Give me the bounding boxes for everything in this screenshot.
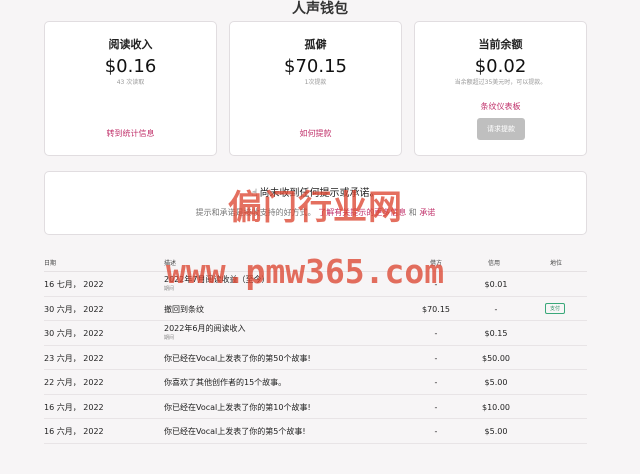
row-date: 16 六月， 2022 — [44, 402, 104, 412]
row-date: 22 六月， 2022 — [44, 378, 104, 387]
row-debit: - — [434, 353, 438, 363]
card-value: $0.02 — [474, 56, 527, 77]
header-credit: 信用 — [488, 260, 501, 267]
row-description: 你已经在Vocal上发表了你的第5个故事! — [164, 427, 306, 436]
notice-heading-row: ☝ 尚未收到任何提示或承诺。 — [45, 187, 586, 201]
card-title: 孤僻 — [304, 38, 327, 51]
learn-tips-link[interactable]: 了解有关提示的更多信息 — [318, 208, 406, 217]
card-title: 阅读收入 — [108, 38, 153, 51]
row-date: 16 六月， 2022 — [44, 427, 104, 436]
table-row: 30 六月， 2022 2022年6月的阅读收入 期间 - $0.15 — [44, 321, 587, 346]
card-subtext: 当余额超过35美元时，可以提款。 — [454, 79, 547, 86]
row-description: 你已经在Vocal上发表了你的第50个故事! — [164, 353, 311, 363]
row-description: 你已经在Vocal上发表了你的第10个故事! — [164, 402, 311, 412]
header-debit: 借方 — [430, 260, 443, 267]
card-subtext: 43 次读取 — [116, 79, 145, 86]
table-row: 22 六月， 2022 你喜欢了其他创作者的15个故事。 - $5.00 — [44, 370, 587, 395]
row-desc-text: 2022年7月阅读收益（至今） — [164, 275, 270, 284]
how-to-withdraw-link[interactable]: 如何提款 — [230, 129, 401, 139]
header-date: 日期 — [44, 260, 57, 267]
header-status: 地位 — [550, 260, 563, 267]
row-debit: $70.15 — [422, 304, 450, 314]
notice-body: 提示和承诺是接收支持的好方式。 了解有关提示的更多信息 和 承诺 — [45, 207, 586, 218]
row-description: 撤回到条纹 — [164, 304, 204, 314]
row-desc-text: 2022年6月的阅读收入 — [164, 324, 246, 333]
row-credit: $5.00 — [484, 378, 508, 387]
card-subtext: 1次提款 — [304, 79, 327, 86]
row-date: 30 六月， 2022 — [44, 304, 104, 314]
go-to-stats-link[interactable]: 转到统计信息 — [45, 129, 216, 139]
tips-notice: ☝ 尚未收到任何提示或承诺。 提示和承诺是接收支持的好方式。 了解有关提示的更多信… — [44, 171, 587, 235]
stripe-dashboard-link[interactable]: 条纹仪表板 — [415, 102, 586, 112]
header-description: 描述 — [164, 260, 177, 267]
row-credit: $0.15 — [484, 329, 508, 338]
row-credit: - — [494, 304, 498, 314]
row-debit: - — [434, 329, 438, 338]
table-row: 16 七月， 2022 2022年7月阅读收益（至今） 期间 - $0.01 — [44, 272, 587, 297]
row-debit: - — [434, 378, 438, 387]
row-date: 23 六月， 2022 — [44, 353, 104, 363]
pledges-link[interactable]: 承诺 — [419, 208, 435, 217]
page-title: 人声钱包 — [292, 1, 348, 17]
row-description: 你喜欢了其他创作者的15个故事。 — [164, 378, 287, 387]
table-row: 16 六月， 2022 你已经在Vocal上发表了你的第5个故事! - $5.0… — [44, 419, 587, 444]
card-value: $0.16 — [104, 56, 157, 77]
row-desc-note: 期间 — [164, 335, 175, 341]
row-description: 2022年7月阅读收益（至今） 期间 — [164, 275, 269, 292]
notice-join: 和 — [406, 208, 420, 217]
current-balance-card: 当前余额 $0.02 当余额超过35美元时，可以提款。 条纹仪表板 请求提款 — [414, 21, 587, 156]
row-credit: $10.00 — [482, 402, 510, 412]
transactions-table: 日期 描述 借方 信用 地位 16 七月， 2022 2022年7月阅读收益（至… — [44, 252, 587, 444]
table-row: 23 六月， 2022 你已经在Vocal上发表了你的第50个故事! - $50… — [44, 346, 587, 370]
card-title: 当前余额 — [478, 38, 523, 51]
reading-income-card: 阅读收入 $0.16 43 次读取 转到统计信息 — [44, 21, 217, 156]
table-row: 30 六月， 2022 撤回到条纹 $70.15 - 支付 — [44, 297, 587, 321]
status-badge: 支付 — [545, 302, 566, 314]
row-credit: $50.00 — [482, 353, 510, 363]
withdrawn-card: 孤僻 $70.15 1次提款 如何提款 — [229, 21, 402, 156]
row-date: 16 七月， 2022 — [44, 280, 104, 289]
notice-body-text: 提示和承诺是接收支持的好方式。 — [195, 208, 316, 217]
row-desc-note: 期间 — [164, 286, 175, 292]
hand-icon: ☝ — [251, 188, 258, 199]
table-header: 日期 描述 借方 信用 地位 — [44, 252, 587, 272]
table-row: 16 六月， 2022 你已经在Vocal上发表了你的第10个故事! - $10… — [44, 395, 587, 419]
row-credit: $0.01 — [484, 280, 508, 289]
request-withdrawal-button[interactable]: 请求提款 — [477, 118, 525, 140]
notice-heading: 尚未收到任何提示或承诺。 — [259, 188, 380, 199]
row-description: 2022年6月的阅读收入 期间 — [164, 324, 245, 341]
row-date: 30 六月， 2022 — [44, 329, 104, 338]
row-debit: - — [434, 280, 438, 289]
card-value: $70.15 — [284, 56, 347, 77]
row-credit: $5.00 — [484, 427, 508, 436]
row-debit: - — [434, 402, 438, 412]
row-debit: - — [434, 427, 438, 436]
